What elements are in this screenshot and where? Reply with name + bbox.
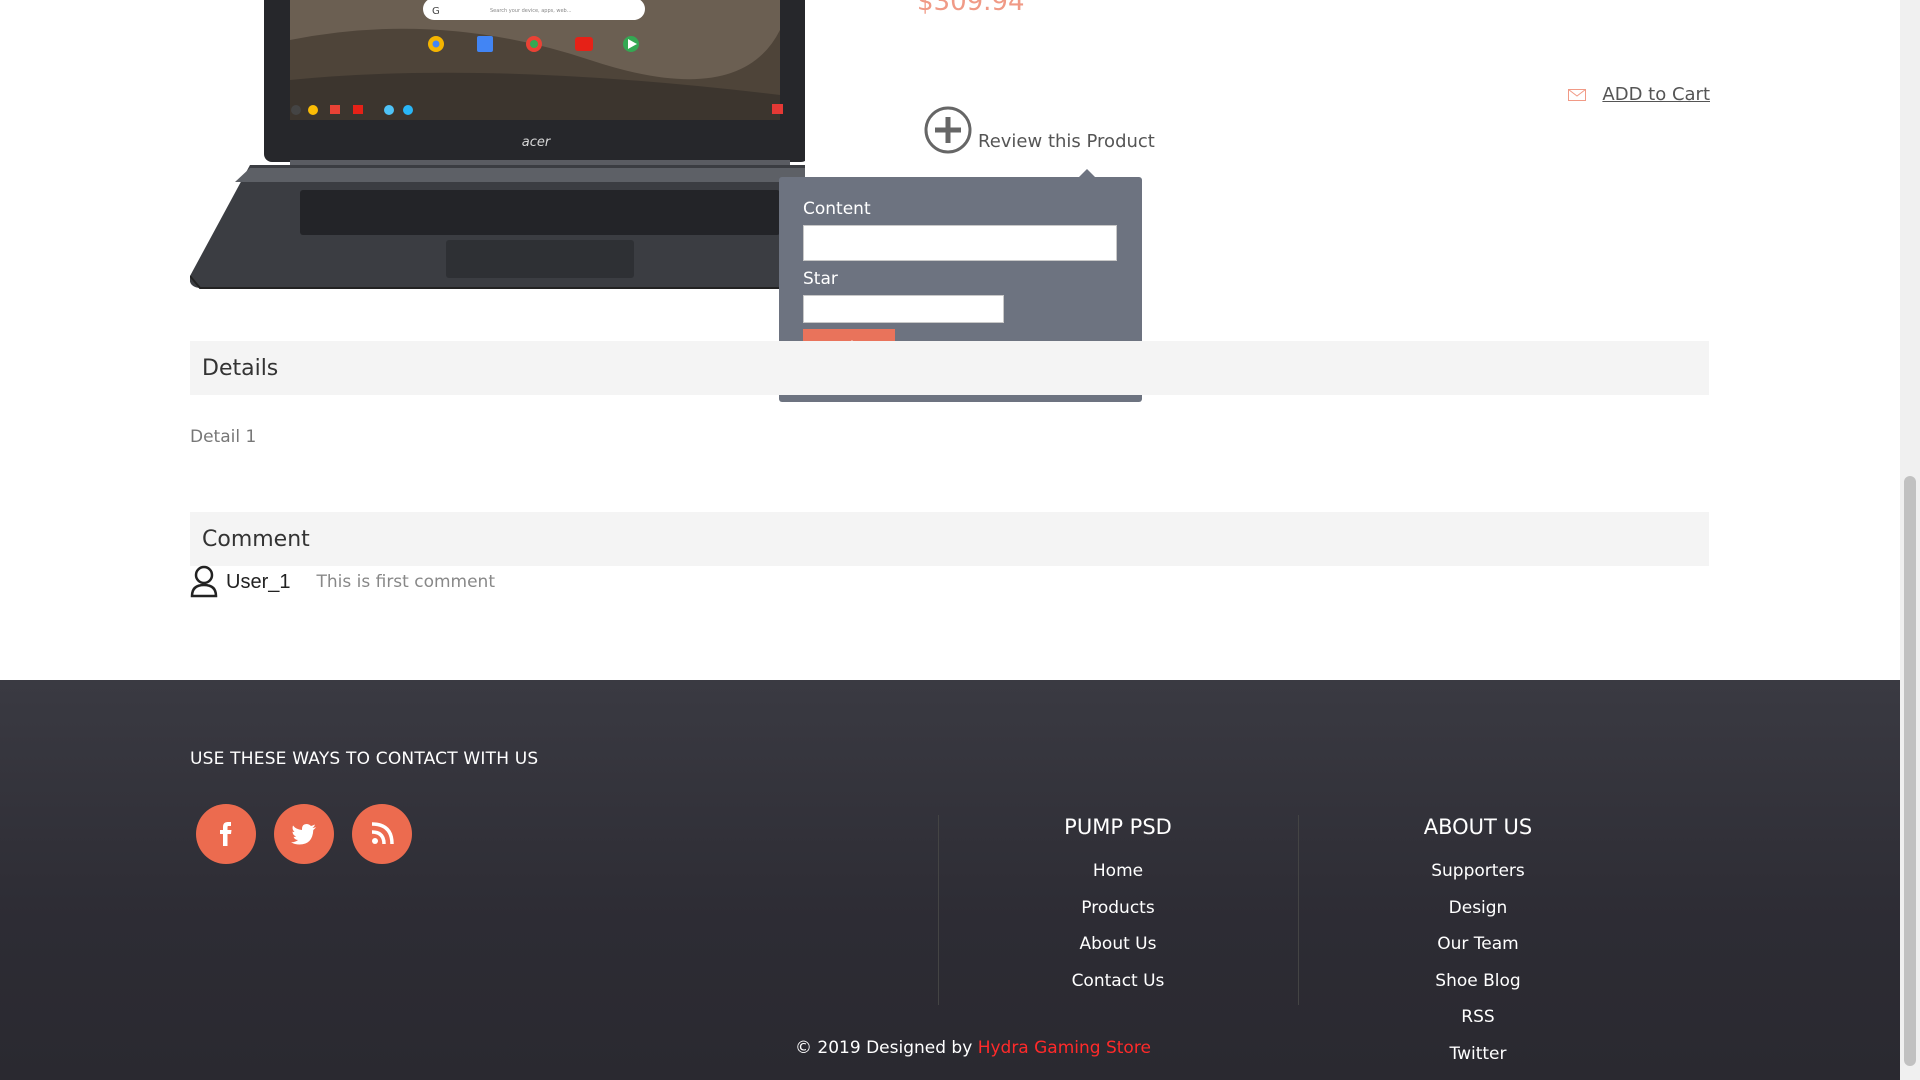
detail-text: Detail 1 (190, 427, 257, 447)
page-scrollbar[interactable] (1900, 0, 1920, 1080)
mail-icon (1568, 88, 1587, 101)
footer-about-column: ABOUT US Supporters Design Our Team Shoe… (1308, 815, 1648, 1072)
footer-link-products[interactable]: Products (948, 890, 1288, 927)
star-label: Star (803, 269, 838, 289)
footer-link-contact-us[interactable]: Contact Us (948, 963, 1288, 1000)
rss-button[interactable] (352, 804, 412, 864)
user-icon (190, 565, 218, 598)
footer-link-home[interactable]: Home (948, 853, 1288, 890)
add-to-cart-link[interactable]: ADD to Cart (1602, 84, 1710, 105)
product-image-laptop: G Search your device, apps, web... acer (190, 0, 805, 289)
footer-link-rss[interactable]: RSS (1308, 999, 1648, 1036)
facebook-icon (220, 822, 232, 846)
plus-circle-icon[interactable] (924, 106, 972, 154)
product-price: $309.94 (917, 0, 1025, 17)
site-footer: USE THESE WAYS TO CONTACT WITH US PUMP P… (0, 680, 1900, 1080)
svg-text:Search your device, apps, web.: Search your device, apps, web... (490, 8, 572, 14)
twitter-icon (291, 824, 316, 845)
copyright: © 2019 Designed by Hydra Gaming Store (795, 1038, 1151, 1058)
comment-username: User_1 (226, 570, 291, 593)
social-links (196, 804, 412, 864)
content-input[interactable] (803, 225, 1117, 261)
review-toggle-label[interactable]: Review this Product (978, 131, 1155, 152)
review-this-product-toggle[interactable]: Review this Product (924, 106, 1155, 154)
comment-heading: Comment (190, 512, 1709, 566)
content-label: Content (803, 199, 871, 219)
about-heading: ABOUT US (1423, 815, 1533, 839)
rss-icon (371, 822, 394, 845)
twitter-button[interactable] (274, 804, 334, 864)
details-heading: Details (190, 341, 1709, 395)
footer-link-shoe-blog[interactable]: Shoe Blog (1308, 963, 1648, 1000)
copyright-brand-link[interactable]: Hydra Gaming Store (978, 1038, 1151, 1058)
contact-title: USE THESE WAYS TO CONTACT WITH US (190, 749, 539, 769)
copyright-text: © 2019 Designed by (795, 1038, 978, 1058)
star-input[interactable] (803, 295, 1004, 323)
footer-link-twitter[interactable]: Twitter (1308, 1036, 1648, 1073)
comment-item: User_1 This is first comment (190, 565, 495, 599)
footer-pump-column: PUMP PSD Home Products About Us Contact … (948, 815, 1288, 999)
svg-text:G: G (432, 6, 440, 17)
footer-divider (938, 815, 939, 1005)
pump-heading: PUMP PSD (1064, 815, 1172, 839)
facebook-button[interactable] (196, 804, 256, 864)
footer-link-our-team[interactable]: Our Team (1308, 926, 1648, 963)
comment-text: This is first comment (316, 572, 496, 592)
add-to-cart[interactable]: ADD to Cart (1568, 84, 1710, 105)
svg-text:acer: acer (522, 135, 552, 150)
footer-divider (1298, 815, 1299, 1005)
footer-link-design[interactable]: Design (1308, 890, 1648, 927)
scrollbar-thumb[interactable] (1904, 476, 1916, 1066)
footer-link-about-us[interactable]: About Us (948, 926, 1288, 963)
footer-link-supporters[interactable]: Supporters (1308, 853, 1648, 890)
